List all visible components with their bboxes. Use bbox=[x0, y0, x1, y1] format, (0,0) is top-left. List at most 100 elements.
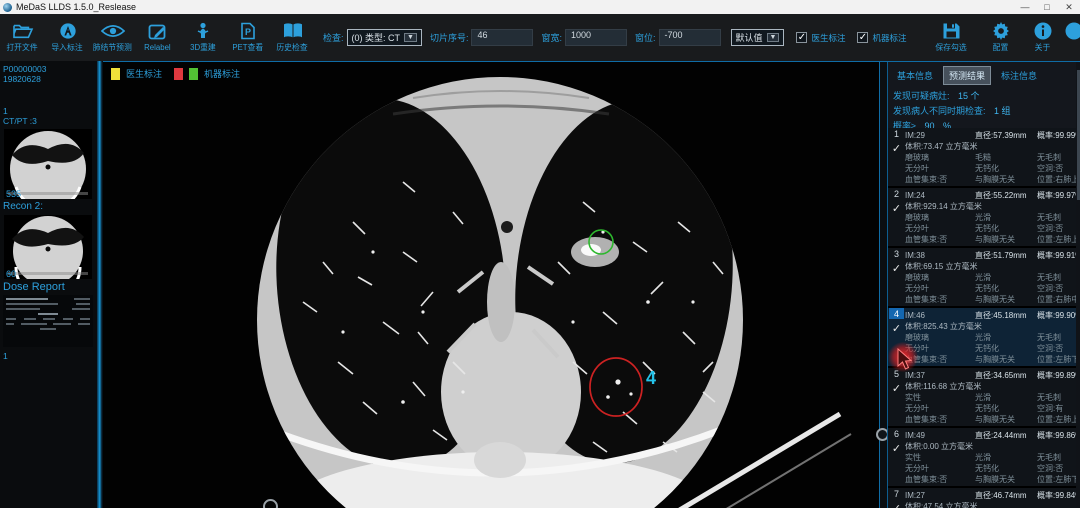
nodule-location: 位置:左肺上叶 bbox=[1037, 234, 1076, 245]
nodule-volume: 体积:116.68 立方毫米 bbox=[905, 382, 981, 391]
dose-report-thumbnail[interactable] bbox=[3, 295, 93, 347]
page-indicator: 1 bbox=[0, 351, 97, 361]
nodule-calcification: 无钙化 bbox=[975, 403, 1037, 414]
history-icon bbox=[282, 22, 304, 40]
nodule-edge: 光滑 bbox=[975, 452, 1037, 463]
history-button[interactable]: 历史检查 bbox=[270, 22, 315, 53]
nodule-list-item[interactable]: 6 ✓ IM:49 直径:24.44mm 概率:99.86% 体积:0.00 立… bbox=[888, 428, 1076, 488]
nodule-edge: 毛糙 bbox=[975, 152, 1037, 163]
nodule-list-item[interactable]: 5 ✓ IM:37 直径:34.65mm 概率:99.89% 体积:116.68… bbox=[888, 368, 1076, 428]
nodule-calcification: 无钙化 bbox=[975, 463, 1037, 474]
machine-legend-swatch-green bbox=[189, 68, 198, 80]
slice-scrollbar[interactable] bbox=[879, 62, 887, 508]
nodule-checkbox[interactable]: ✓ bbox=[892, 382, 901, 395]
ct-viewer[interactable]: 医生标注 机器标注 bbox=[103, 62, 879, 508]
maximize-button[interactable]: □ bbox=[1036, 2, 1058, 13]
nodule-lobulation: 无分叶 bbox=[905, 463, 975, 474]
import-annotation-button[interactable]: 导入标注 bbox=[45, 22, 90, 53]
tab-annotation-info[interactable]: 标注信息 bbox=[996, 67, 1042, 84]
series-sidebar: P00000003 19820628 1 CT/PT :3 535 Recon … bbox=[0, 61, 97, 508]
nodule-index: 3 bbox=[889, 248, 904, 259]
nodule-list-item[interactable]: 3 ✓ IM:38 直径:51.79mm 概率:99.91% 体积:69.15 … bbox=[888, 248, 1076, 308]
lesion-count-value: 15 个 bbox=[958, 91, 980, 101]
nodule-index: 5 bbox=[889, 368, 904, 379]
nodule-cavity: 空洞:否 bbox=[1037, 343, 1076, 354]
panel-scrollbar[interactable] bbox=[1076, 62, 1080, 508]
relabel-label: Relabel bbox=[144, 42, 171, 51]
nodule-diameter: 直径:34.65mm bbox=[975, 370, 1037, 381]
close-button[interactable]: ✕ bbox=[1058, 2, 1080, 13]
save-selection-button[interactable]: 保存勾选 bbox=[928, 22, 974, 53]
nodule-volume: 体积:929.14 立方毫米 bbox=[905, 202, 982, 211]
relabel-button[interactable]: Relabel bbox=[135, 23, 180, 52]
main-toolbar: 打开文件 导入标注 肺结节预测 Relabel 3D重建 P PET查看 bbox=[0, 14, 1080, 61]
pet-view-icon: P bbox=[240, 22, 256, 40]
nodule-pleura: 与胸膜无关 bbox=[975, 354, 1037, 365]
nodule-pleura: 与胸膜无关 bbox=[975, 474, 1037, 485]
nodule-list-item[interactable]: 7 ✓ IM:27 直径:46.74mm 概率:99.84% 体积:47.54 … bbox=[888, 488, 1076, 508]
horizontal-slider-handle[interactable] bbox=[263, 499, 278, 508]
nodule-checkbox[interactable]: ✓ bbox=[892, 142, 901, 155]
tab-basic-info[interactable]: 基本信息 bbox=[892, 67, 938, 84]
ct-axial-image: 4 bbox=[103, 62, 879, 508]
nodule-im: IM:24 bbox=[905, 190, 975, 201]
slice-input[interactable]: 46 bbox=[471, 29, 533, 46]
nodule-list-item[interactable]: 1 ✓ IM:29 直径:57.39mm 概率:99.99% 体积:73.47 … bbox=[888, 128, 1076, 188]
series-thumbnail-1[interactable]: 535 bbox=[4, 129, 92, 199]
about-button[interactable]: 关于 bbox=[1028, 22, 1058, 53]
window-level-input[interactable]: -700 bbox=[659, 29, 721, 46]
preset-select-value: 默认值 bbox=[736, 31, 763, 44]
series-number: 1 bbox=[0, 106, 97, 116]
preset-select[interactable]: 默认值 ▼ bbox=[731, 29, 785, 46]
followup-value: 1 组 bbox=[994, 106, 1011, 116]
save-icon bbox=[942, 22, 961, 40]
nodule-list-item[interactable]: 2 ✓ IM:24 直径:55.22mm 概率:99.97% 体积:929.14… bbox=[888, 188, 1076, 248]
overflow-toolbar-icon[interactable] bbox=[1068, 22, 1080, 40]
nodule-volume: 体积:73.47 立方毫米 bbox=[905, 142, 977, 151]
exam-select[interactable]: (0) 类型: CT ▼ bbox=[347, 29, 422, 46]
window-width-input[interactable]: 1000 bbox=[565, 29, 627, 46]
check-icon: ✓ bbox=[857, 32, 868, 43]
nodule-vessel: 血管集束:否 bbox=[905, 354, 975, 365]
nodule-list[interactable]: 1 ✓ IM:29 直径:57.39mm 概率:99.99% 体积:73.47 … bbox=[888, 128, 1076, 508]
thumbnail-slice-count: 535 bbox=[6, 189, 21, 199]
content-area: P00000003 19820628 1 CT/PT :3 535 Recon … bbox=[0, 61, 1080, 508]
nodule-index: 2 bbox=[889, 188, 904, 199]
nodule-checkbox[interactable]: ✓ bbox=[892, 502, 901, 508]
window-width-label: 窗宽: bbox=[541, 31, 562, 44]
minimize-button[interactable]: — bbox=[1014, 2, 1036, 13]
annotation-number-label: 4 bbox=[646, 368, 656, 388]
tab-prediction-result[interactable]: 预测结果 bbox=[943, 66, 991, 85]
nodule-volume: 体积:69.15 立方毫米 bbox=[905, 262, 977, 271]
nodule-diameter: 直径:45.18mm bbox=[975, 310, 1037, 321]
series-thumbnail-2[interactable]: 60 bbox=[4, 215, 92, 279]
nodule-spiculation: 无毛刺 bbox=[1037, 152, 1076, 163]
open-file-icon bbox=[12, 22, 34, 40]
nodule-density: 磨玻璃 bbox=[905, 152, 975, 163]
nodule-diameter: 直径:57.39mm bbox=[975, 130, 1037, 141]
info-icon bbox=[1034, 22, 1052, 40]
nodule-checkbox[interactable]: ✓ bbox=[892, 202, 901, 215]
config-button[interactable]: 配置 bbox=[984, 22, 1018, 53]
rebuild-3d-button[interactable]: 3D重建 bbox=[180, 22, 225, 53]
nodule-lobulation: 无分叶 bbox=[905, 163, 975, 174]
nodule-edge: 光滑 bbox=[975, 212, 1037, 223]
open-file-button[interactable]: 打开文件 bbox=[0, 22, 45, 53]
machine-annotation-checkbox[interactable]: ✓ 机器标注 bbox=[857, 32, 906, 44]
nodule-vessel: 血管集束:否 bbox=[905, 234, 975, 245]
nodule-probability: 概率:99.84% bbox=[1037, 490, 1076, 501]
nodule-predict-button[interactable]: 肺结节预测 bbox=[90, 22, 135, 53]
nodule-cavity: 空洞:否 bbox=[1037, 283, 1076, 294]
3d-rebuild-icon bbox=[195, 22, 211, 40]
nodule-checkbox[interactable]: ✓ bbox=[892, 262, 901, 275]
pet-view-button[interactable]: P PET查看 bbox=[225, 22, 270, 53]
doctor-annotation-checkbox[interactable]: ✓ 医生标注 bbox=[796, 32, 845, 44]
nodule-checkbox[interactable]: ✓ bbox=[892, 322, 901, 335]
nodule-probability: 概率:99.90% bbox=[1037, 310, 1076, 321]
nodule-checkbox[interactable]: ✓ bbox=[892, 442, 901, 455]
nodule-edge: 光滑 bbox=[975, 272, 1037, 283]
nodule-list-item[interactable]: 4 ✓ IM:46 直径:45.18mm 概率:99.90% 体积:825.43… bbox=[888, 308, 1076, 368]
nodule-lobulation: 无分叶 bbox=[905, 403, 975, 414]
nodule-index: 4 bbox=[889, 308, 904, 319]
annotation-legend: 医生标注 机器标注 bbox=[111, 67, 246, 80]
